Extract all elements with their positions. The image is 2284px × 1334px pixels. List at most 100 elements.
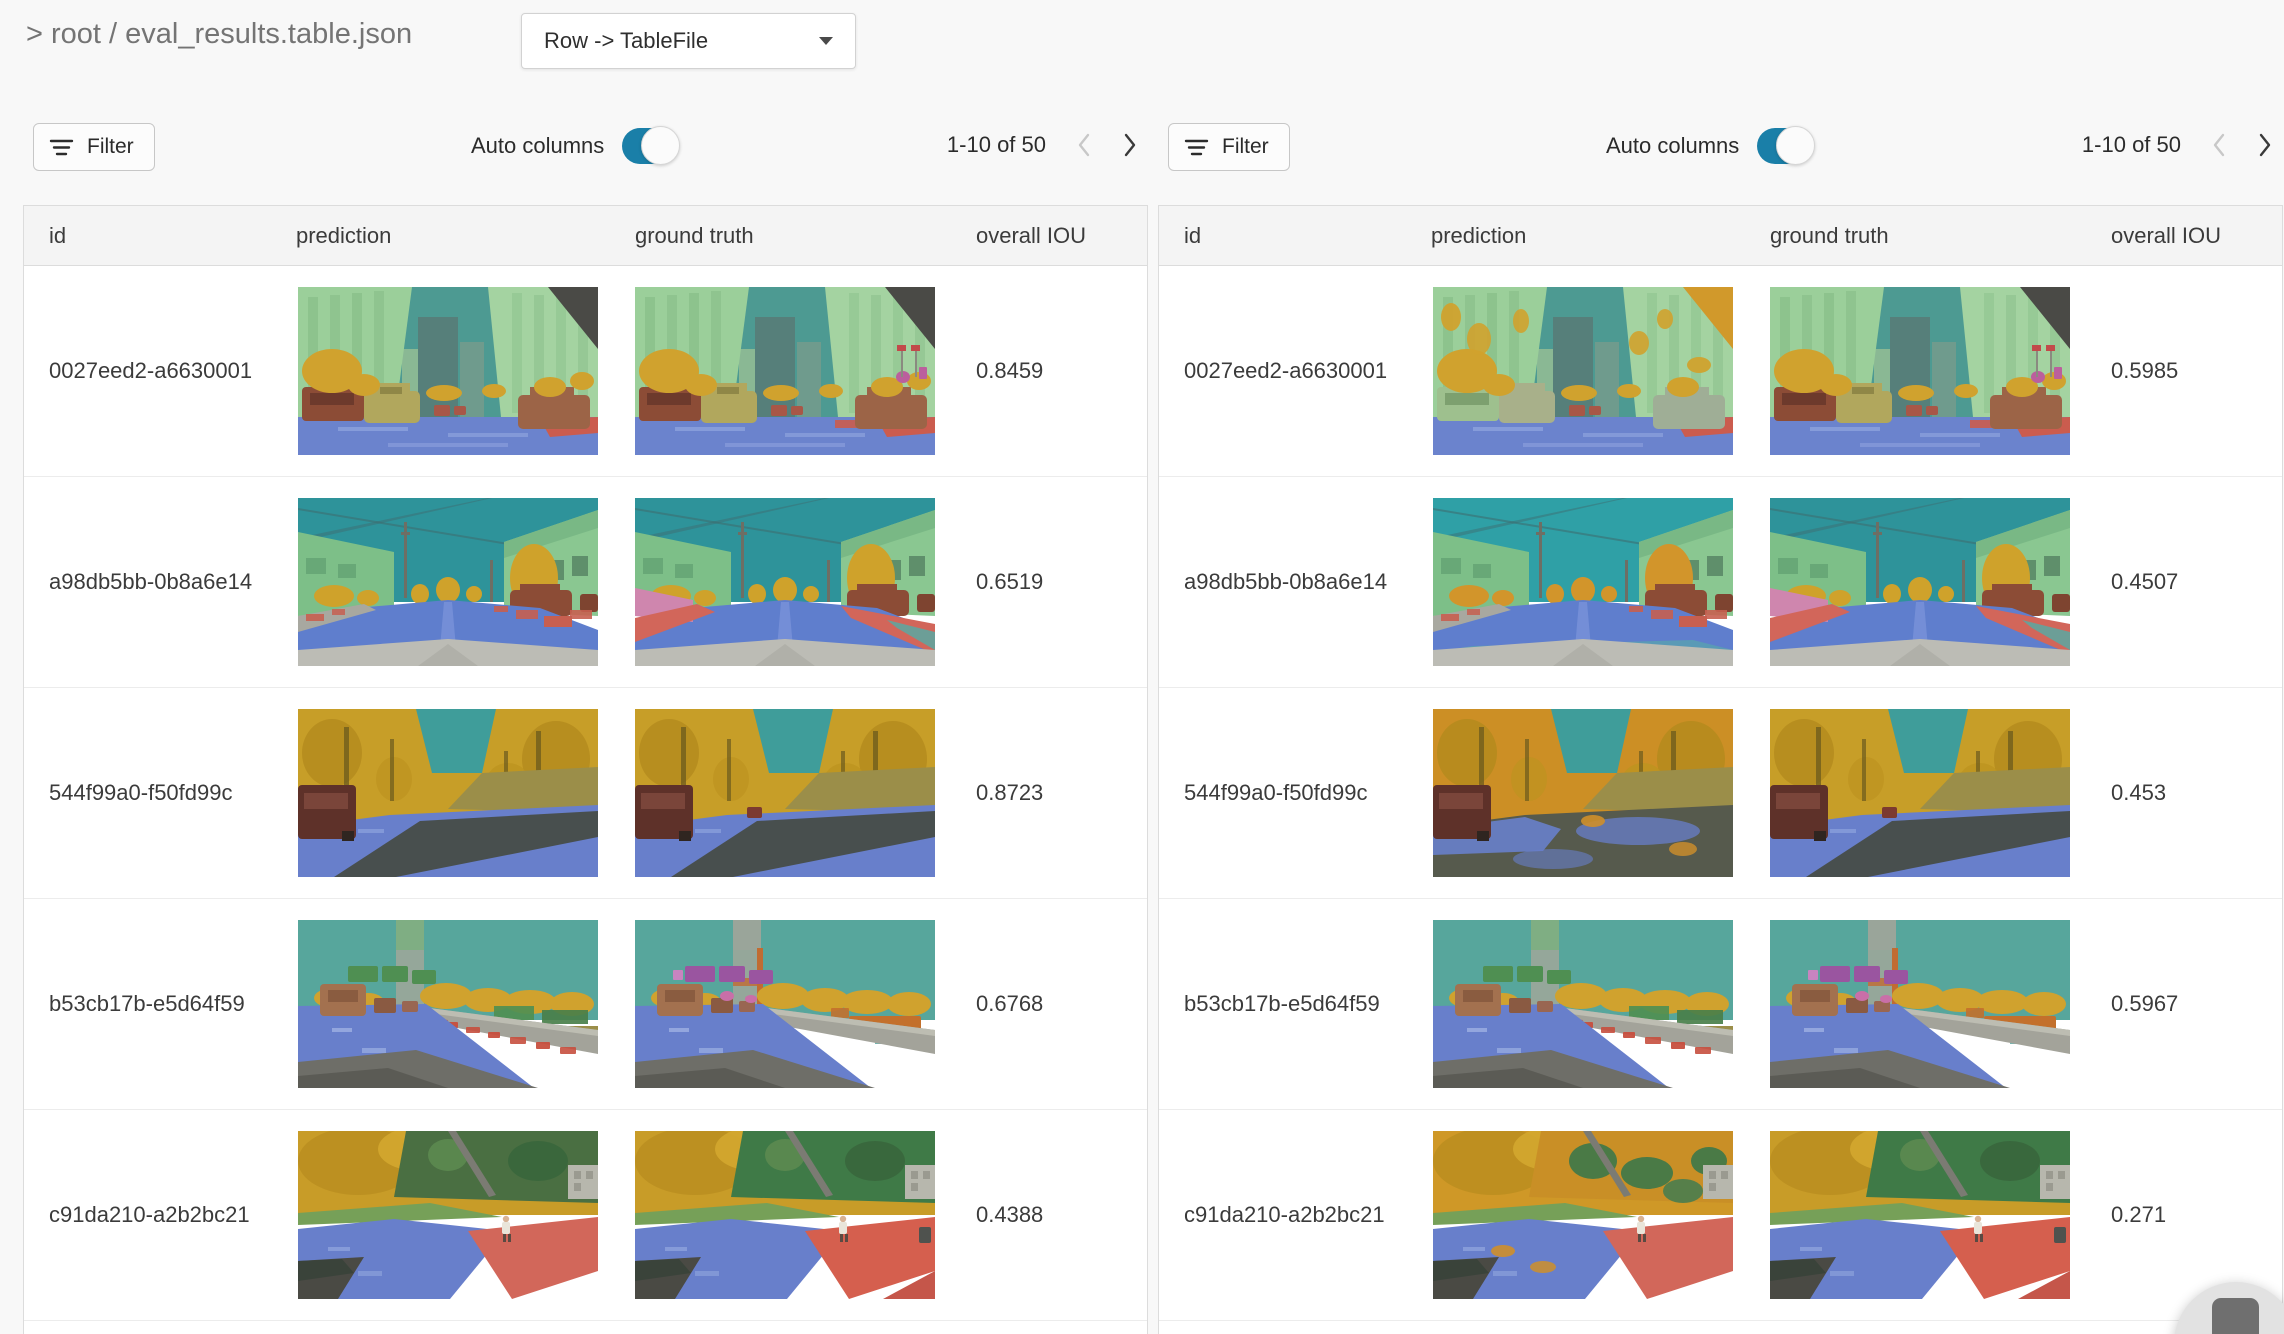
- prediction-cell: [1409, 920, 1746, 1088]
- results-table: id prediction ground truth overall IOU 0…: [1158, 205, 2283, 1334]
- row-iou: 0.8723: [949, 780, 1149, 806]
- ground-truth-cell: [1746, 1131, 2084, 1299]
- ground-truth-image[interactable]: [635, 709, 935, 877]
- ground-truth-image[interactable]: [1770, 287, 2070, 455]
- ground-truth-image[interactable]: [635, 498, 935, 666]
- column-header-overall-iou[interactable]: overall IOU: [949, 223, 1149, 249]
- column-header-ground-truth[interactable]: ground truth: [611, 223, 949, 249]
- ground-truth-cell: [611, 287, 949, 455]
- auto-columns-control: Auto columns: [471, 128, 676, 164]
- chevron-left-icon: [1076, 132, 1092, 158]
- row-id: 0027eed2-a6630001: [24, 358, 274, 384]
- row-id: c91da210-a2b2bc21: [24, 1202, 274, 1228]
- ground-truth-image[interactable]: [1770, 709, 2070, 877]
- column-header-prediction[interactable]: prediction: [274, 223, 611, 249]
- rounded-square-icon: [2212, 1298, 2259, 1334]
- view-mode-dropdown[interactable]: Row -> TableFile: [521, 13, 856, 69]
- prediction-image[interactable]: [1433, 1131, 1733, 1299]
- prediction-image[interactable]: [1433, 920, 1733, 1088]
- ground-truth-cell: [611, 1131, 949, 1299]
- row-id: a98db5bb-0b8a6e14: [24, 569, 274, 595]
- controls-row: Filter Auto columns 1-10 of 50: [1158, 123, 2283, 205]
- ground-truth-cell: [1746, 498, 2084, 666]
- view-mode-label: Row -> TableFile: [544, 28, 708, 54]
- prev-page-button[interactable]: [2211, 132, 2227, 158]
- table-row: 544f99a0-f50fd99c 0.453: [1159, 688, 2282, 899]
- table-row-partial: [24, 1321, 1147, 1334]
- table-row: b53cb17b-e5d64f59 0.6768: [24, 899, 1147, 1110]
- row-iou: 0.6768: [949, 991, 1149, 1017]
- row-iou: 0.8459: [949, 358, 1149, 384]
- pagination: 1-10 of 50: [947, 132, 1138, 158]
- ground-truth-cell: [1746, 709, 2084, 877]
- filter-icon: [1184, 138, 1209, 157]
- ground-truth-image[interactable]: [635, 287, 935, 455]
- next-page-button[interactable]: [1122, 132, 1138, 158]
- breadcrumb: > root / eval_results.table.json: [26, 18, 412, 51]
- table-row: a98db5bb-0b8a6e14 0.6519: [24, 477, 1147, 688]
- row-iou: 0.4507: [2084, 569, 2284, 595]
- column-header-id[interactable]: id: [1159, 223, 1409, 249]
- row-id: b53cb17b-e5d64f59: [24, 991, 274, 1017]
- table-row: 0027eed2-a6630001 0.8459: [24, 266, 1147, 477]
- table-row: c91da210-a2b2bc21 0.271: [1159, 1110, 2282, 1321]
- row-iou: 0.4388: [949, 1202, 1149, 1228]
- table-row: c91da210-a2b2bc21 0.4388: [24, 1110, 1147, 1321]
- table-row: 0027eed2-a6630001 0.5985: [1159, 266, 2282, 477]
- filter-button[interactable]: Filter: [1168, 123, 1290, 171]
- pagination: 1-10 of 50: [2082, 132, 2273, 158]
- row-id: 544f99a0-f50fd99c: [24, 780, 274, 806]
- prediction-image[interactable]: [298, 920, 598, 1088]
- ground-truth-cell: [611, 498, 949, 666]
- prediction-image[interactable]: [1433, 287, 1733, 455]
- column-header-prediction[interactable]: prediction: [1409, 223, 1746, 249]
- filter-icon: [49, 138, 74, 157]
- prediction-cell: [1409, 498, 1746, 666]
- column-header-id[interactable]: id: [24, 223, 274, 249]
- row-iou: 0.5967: [2084, 991, 2284, 1017]
- row-id: b53cb17b-e5d64f59: [1159, 991, 1409, 1017]
- prediction-image[interactable]: [298, 498, 598, 666]
- auto-columns-toggle[interactable]: [1757, 128, 1811, 164]
- auto-columns-label: Auto columns: [1606, 133, 1739, 159]
- ground-truth-image[interactable]: [635, 920, 935, 1088]
- pagination-label: 1-10 of 50: [947, 132, 1046, 158]
- prediction-image[interactable]: [298, 1131, 598, 1299]
- ground-truth-image[interactable]: [1770, 498, 2070, 666]
- row-id: c91da210-a2b2bc21: [1159, 1202, 1409, 1228]
- ground-truth-image[interactable]: [1770, 920, 2070, 1088]
- prediction-cell: [274, 287, 611, 455]
- row-iou: 0.453: [2084, 780, 2284, 806]
- filter-label: Filter: [87, 135, 134, 159]
- toggle-knob: [641, 126, 680, 165]
- column-header-overall-iou[interactable]: overall IOU: [2084, 223, 2284, 249]
- row-id: 0027eed2-a6630001: [1159, 358, 1409, 384]
- ground-truth-cell: [1746, 920, 2084, 1088]
- prediction-image[interactable]: [298, 287, 598, 455]
- auto-columns-label: Auto columns: [471, 133, 604, 159]
- filter-label: Filter: [1222, 135, 1269, 159]
- table-row-partial: [1159, 1321, 2282, 1334]
- artifact-table-page: > root / eval_results.table.json Row -> …: [0, 0, 2284, 1334]
- auto-columns-toggle[interactable]: [622, 128, 676, 164]
- next-page-button[interactable]: [2257, 132, 2273, 158]
- toggle-knob: [1776, 126, 1815, 165]
- ground-truth-image[interactable]: [1770, 1131, 2070, 1299]
- prediction-image[interactable]: [1433, 498, 1733, 666]
- prediction-image[interactable]: [1433, 709, 1733, 877]
- ground-truth-cell: [611, 920, 949, 1088]
- chevron-right-icon: [1122, 132, 1138, 158]
- prediction-cell: [274, 498, 611, 666]
- results-table: id prediction ground truth overall IOU 0…: [23, 205, 1148, 1334]
- ground-truth-image[interactable]: [635, 1131, 935, 1299]
- prediction-cell: [274, 709, 611, 877]
- table-row: a98db5bb-0b8a6e14 0.4507: [1159, 477, 2282, 688]
- column-header-ground-truth[interactable]: ground truth: [1746, 223, 2084, 249]
- row-iou: 0.271: [2084, 1202, 2284, 1228]
- prev-page-button[interactable]: [1076, 132, 1092, 158]
- filter-button[interactable]: Filter: [33, 123, 155, 171]
- table-header: id prediction ground truth overall IOU: [1159, 206, 2282, 266]
- prediction-cell: [274, 920, 611, 1088]
- prediction-image[interactable]: [298, 709, 598, 877]
- table-header: id prediction ground truth overall IOU: [24, 206, 1147, 266]
